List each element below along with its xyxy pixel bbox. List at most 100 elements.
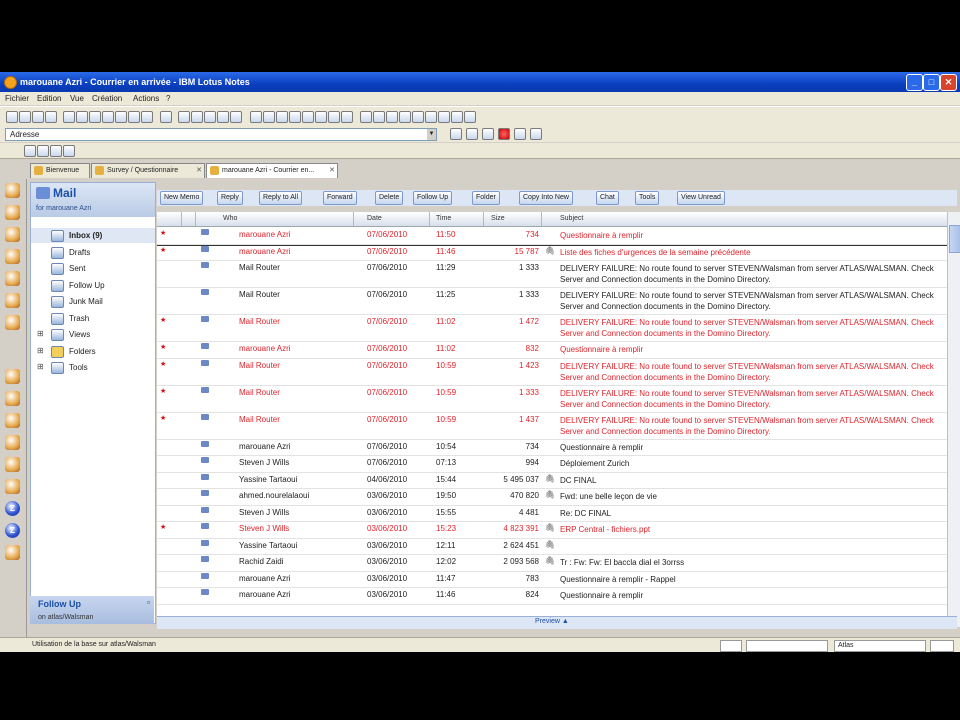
nav-item-folders[interactable]: ⊞ Folders: [31, 344, 155, 359]
calendar-icon[interactable]: [89, 111, 101, 123]
bookmark-databases-icon[interactable]: [5, 369, 20, 384]
home-icon[interactable]: [514, 128, 526, 140]
bookmark-favorites-icon[interactable]: [5, 391, 20, 406]
refresh-icon[interactable]: [328, 111, 340, 123]
address-input[interactable]: Adresse ▼: [5, 128, 437, 141]
print-icon[interactable]: [45, 111, 57, 123]
nav-first-icon[interactable]: [250, 111, 262, 123]
nav-item-tools[interactable]: ⊞ Tools: [31, 360, 155, 375]
close-tab-icon[interactable]: ✕: [196, 166, 202, 174]
bookmark-todo-icon[interactable]: [5, 271, 20, 286]
bookmark-contacts-icon[interactable]: [5, 249, 20, 264]
follow-up-panel[interactable]: Follow Up on atlas/Walsman ▫: [30, 596, 154, 624]
reply-to-all-button[interactable]: Reply to All: [259, 191, 303, 205]
stop-icon[interactable]: [498, 128, 510, 140]
copy-into-new-button[interactable]: Copy Into New: [519, 191, 573, 205]
table-row[interactable]: ahmed.nourelalaoui 03/06/2010 19:50 470 820…: [157, 488, 947, 506]
reload-icon[interactable]: [482, 128, 494, 140]
zoom-icon[interactable]: [451, 111, 463, 123]
bookmark-z2-icon[interactable]: Z: [5, 523, 20, 538]
nav-up-icon[interactable]: [302, 111, 314, 123]
replicate-icon[interactable]: [115, 111, 127, 123]
paste-icon[interactable]: [204, 111, 216, 123]
scrollbar-thumb[interactable]: [949, 225, 960, 253]
bookmark-z-icon[interactable]: Z: [5, 501, 20, 516]
tab-survey[interactable]: Survey / Questionnaire ✕: [91, 163, 205, 178]
binoculars-icon[interactable]: [438, 111, 450, 123]
table-row[interactable]: ★ Mail Router 07/06/2010 10:59 1 437 DELIVERY…: [157, 412, 947, 440]
save-icon[interactable]: [32, 111, 44, 123]
show-icon[interactable]: [386, 111, 398, 123]
chat-button[interactable]: Chat: [596, 191, 619, 205]
table-row[interactable]: ★ Mail Router 07/06/2010 10:59 1 423 DELIVERY…: [157, 358, 947, 386]
bookmark-applications-icon[interactable]: [5, 435, 20, 450]
table-row[interactable]: ★ marouane Azri 07/06/2010 11:50 734 Question…: [157, 227, 947, 246]
menu-edition[interactable]: Edition: [37, 94, 61, 103]
bookmark-tools-icon[interactable]: [5, 545, 20, 560]
unread-icon[interactable]: [341, 111, 353, 123]
table-row[interactable]: marouane Azri 03/06/2010 11:47 783 Questionn…: [157, 571, 947, 588]
collapse-icon[interactable]: [373, 111, 385, 123]
cut-icon[interactable]: [178, 111, 190, 123]
bookmark-sametime-icon[interactable]: [5, 315, 20, 330]
vertical-scrollbar[interactable]: [947, 212, 960, 627]
column-size[interactable]: Size: [491, 215, 505, 222]
search-icon[interactable]: [412, 111, 424, 123]
delete-button[interactable]: Delete: [375, 191, 404, 205]
bookmark-replicator-icon[interactable]: [5, 293, 20, 308]
table-row[interactable]: Mail Router 07/06/2010 11:29 1 333 DELIVERY …: [157, 260, 947, 288]
table-row[interactable]: ★ Steven J Wills 03/06/2010 15:23 4 823 391 🖇…: [157, 521, 947, 539]
tools-button[interactable]: Tools: [635, 191, 660, 205]
table-row[interactable]: Yassine Tartaoui 03/06/2010 12:11 2 624 451…: [157, 538, 947, 555]
menu-creation[interactable]: Création: [92, 94, 122, 103]
new-memo-button[interactable]: New Memo: [160, 191, 204, 205]
numbering-icon[interactable]: [50, 145, 62, 157]
nav-down-icon[interactable]: [315, 111, 327, 123]
bookmark-home-icon[interactable]: [5, 183, 20, 198]
address-book-icon[interactable]: [76, 111, 88, 123]
properties-icon[interactable]: [230, 111, 242, 123]
minimize-button[interactable]: _: [906, 74, 923, 91]
table-row[interactable]: marouane Azri 03/06/2010 11:46 824 Questionn…: [157, 587, 947, 605]
nav-item-junk-mail[interactable]: Junk Mail: [31, 294, 155, 309]
column-who[interactable]: Who: [223, 215, 237, 222]
expand-icon[interactable]: ⊞: [37, 362, 44, 371]
maximize-button[interactable]: □: [923, 74, 940, 91]
find-icon[interactable]: [425, 111, 437, 123]
bookmark-history-icon[interactable]: [5, 457, 20, 472]
chevron-down-icon[interactable]: ▼: [427, 129, 436, 140]
expand-icon[interactable]: [360, 111, 372, 123]
menu-vue[interactable]: Vue: [70, 94, 84, 103]
delete-icon[interactable]: [217, 111, 229, 123]
folder-button[interactable]: Folder: [472, 191, 500, 205]
attach-icon[interactable]: [160, 111, 172, 123]
menu-help[interactable]: ?: [166, 94, 170, 103]
nav-item-inbox[interactable]: Inbox (9): [31, 228, 155, 243]
folder-icon[interactable]: [141, 111, 153, 123]
table-row[interactable]: Steven J Wills 07/06/2010 07:13 994 Déploiem…: [157, 455, 947, 473]
bookmark-workspace-icon[interactable]: [5, 413, 20, 428]
column-date[interactable]: Date: [367, 215, 382, 222]
expand-icon[interactable]: ⊞: [37, 346, 44, 355]
bookmark-archive-icon[interactable]: [5, 479, 20, 494]
menu-actions[interactable]: Actions: [133, 94, 159, 103]
nav-item-drafts[interactable]: Drafts: [31, 245, 155, 260]
open-icon[interactable]: [19, 111, 31, 123]
back-icon[interactable]: [450, 128, 462, 140]
table-row[interactable]: ★ marouane Azri 07/06/2010 11:46 15 787 🖇 List…: [157, 244, 947, 261]
preview-bar[interactable]: Preview ▲: [157, 616, 957, 629]
column-subject[interactable]: Subject: [560, 215, 583, 222]
tab-bienvenue[interactable]: Bienvenue: [30, 163, 90, 178]
nav-prev-icon[interactable]: [263, 111, 275, 123]
todo-icon[interactable]: [102, 111, 114, 123]
follow-up-button[interactable]: Follow Up: [413, 191, 453, 205]
table-row[interactable]: Yassine Tartaoui 04/06/2010 15:44 5 495 037…: [157, 472, 947, 489]
sametime-icon[interactable]: [128, 111, 140, 123]
bookmark-calendar-icon[interactable]: [5, 227, 20, 242]
column-time[interactable]: Time: [436, 215, 451, 222]
format-icon[interactable]: [24, 145, 36, 157]
bullets-icon[interactable]: [37, 145, 49, 157]
close-button[interactable]: ✕: [940, 74, 957, 91]
view-icon[interactable]: [464, 111, 476, 123]
table-row[interactable]: ★ Mail Router 07/06/2010 10:59 1 333 DELIVERY…: [157, 385, 947, 413]
